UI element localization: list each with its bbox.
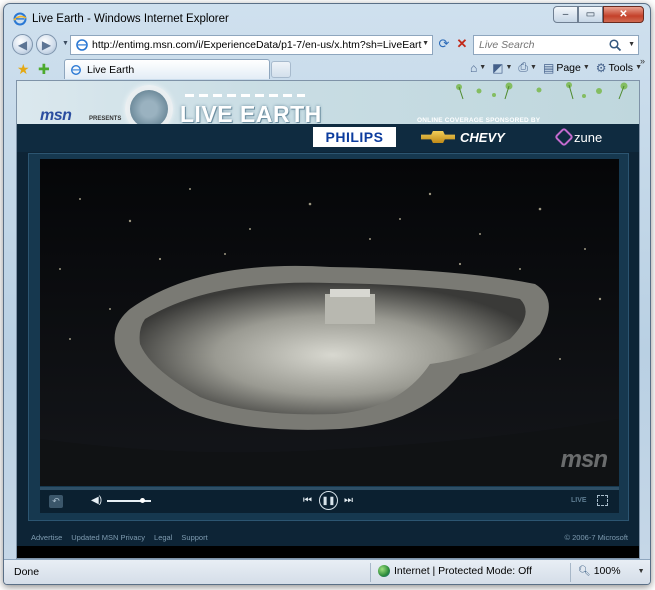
page-menu-button[interactable]: ▤ Page ▼ — [543, 61, 590, 75]
foliage-decoration — [456, 82, 628, 100]
home-button[interactable]: ⌂ ▼ — [470, 61, 486, 75]
player-controls: ↶ ◀) ⏮ ❚❚ ⏭ LIVE — [40, 487, 619, 513]
sponsor-chevy[interactable]: CHEVY — [421, 128, 505, 146]
refresh-icon[interactable]: ⟳ — [436, 36, 452, 54]
page-footer: Advertise Updated MSN Privacy Legal Supp… — [17, 529, 639, 545]
tools-menu-button[interactable]: ⚙ Tools ▼ — [596, 61, 642, 75]
zoom-magnifier-icon: 🔍︎ — [578, 565, 591, 577]
chevy-label: CHEVY — [460, 129, 505, 145]
msn-watermark: msn — [560, 446, 608, 473]
tab-live-earth[interactable]: Live Earth — [64, 59, 270, 79]
page-menu-label: Page — [556, 61, 581, 74]
address-url[interactable]: http://entimg.msn.com/i/ExperienceData/p… — [92, 39, 422, 51]
msn-logo[interactable]: msn — [40, 107, 72, 125]
command-row: ★ ✚ Live Earth ⌂ ▼ ◩ ▼ ⎙ ▼ ▤ Page ▼ ⚙ Tools ▼ » — [4, 56, 650, 80]
video-screen[interactable]: msn — [40, 159, 619, 486]
tab-page-icon — [71, 64, 81, 75]
add-favorites-icon[interactable]: ✚ — [38, 61, 50, 78]
footer-link-legal[interactable]: Legal — [154, 533, 172, 542]
copyright-text: © 2006-7 Microsoft — [564, 533, 628, 542]
stadium-video-frame — [40, 159, 619, 486]
replay-button[interactable]: ↶ — [49, 495, 63, 508]
live-indicator: LIVE — [571, 497, 587, 504]
speaker-icon[interactable]: ◀) — [91, 495, 102, 506]
pause-button[interactable]: ❚❚ — [319, 491, 338, 510]
zone-label: Internet | Protected Mode: Off — [394, 565, 532, 577]
tools-menu-label: Tools — [608, 61, 634, 74]
volume-knob[interactable] — [139, 498, 145, 503]
maximize-button[interactable]: ▭ — [578, 6, 603, 23]
sponsor-label: ONLINE COVERAGE SPONSORED BY — [417, 117, 541, 124]
favorites-star-icon[interactable]: ★ — [17, 61, 30, 78]
page-icon — [76, 39, 88, 51]
previous-button[interactable]: ⏮ — [303, 495, 312, 506]
progress-track[interactable] — [40, 487, 619, 490]
command-bar: ⌂ ▼ ◩ ▼ ⎙ ▼ ▤ Page ▼ ⚙ Tools ▼ — [470, 60, 642, 75]
search-box: ▼ — [473, 35, 639, 55]
footer-link-advertise[interactable]: Advertise — [31, 533, 62, 542]
home-icon: ⌂ — [469, 60, 478, 75]
site-header: msn PRESENTS LIVE EARTH — [17, 81, 639, 133]
footer-link-privacy[interactable]: Updated MSN Privacy — [71, 533, 145, 542]
toolbar-overflow-chevron-icon[interactable]: » — [640, 56, 645, 66]
pause-icon: ❚❚ — [321, 496, 336, 505]
tab-label: Live Earth — [87, 63, 135, 76]
address-dropdown[interactable]: ▼ — [422, 40, 429, 47]
replay-icon: ↶ — [52, 496, 60, 506]
page-bottom-band — [17, 546, 639, 558]
zoom-control[interactable]: 🔍︎ 100% ▼ — [578, 565, 645, 577]
sponsor-philips[interactable]: PHILIPS — [313, 127, 396, 147]
back-button[interactable]: ◀ — [12, 34, 33, 55]
caption-buttons: – ▭ ✕ — [553, 6, 644, 23]
feeds-button[interactable]: ◩ ▼ — [492, 61, 512, 75]
close-button[interactable]: ✕ — [603, 6, 644, 23]
zoom-dropdown[interactable]: ▼ — [638, 568, 645, 575]
address-bar[interactable]: http://entimg.msn.com/i/ExperienceData/p… — [70, 35, 433, 55]
gear-icon: ⚙ — [595, 60, 607, 75]
status-text: Done — [14, 566, 40, 578]
zoom-level: 100% — [593, 565, 621, 577]
fullscreen-icon[interactable] — [597, 495, 608, 506]
window-title: Live Earth - Windows Internet Explorer — [32, 13, 229, 25]
browser-window: Live Earth - Windows Internet Explorer –… — [3, 3, 651, 585]
zune-logo-icon — [554, 127, 574, 147]
search-dropdown[interactable]: ▼ — [628, 41, 635, 48]
status-bar: Done Internet | Protected Mode: Off 🔍︎ 1… — [4, 559, 650, 584]
new-tab-button[interactable] — [271, 61, 291, 78]
next-button[interactable]: ⏭ — [344, 495, 353, 506]
presents-label: PRESENTS — [89, 116, 122, 122]
search-input[interactable] — [479, 39, 609, 51]
video-player: msn ↶ ◀) ⏮ ❚❚ ⏭ LIVE — [28, 153, 629, 521]
search-icon[interactable] — [608, 38, 622, 52]
page-menu-icon: ▤ — [542, 60, 555, 75]
recent-pages-dropdown[interactable]: ▼ — [62, 40, 69, 47]
footer-links: Advertise Updated MSN Privacy Legal Supp… — [31, 533, 208, 542]
print-button[interactable]: ⎙ ▼ — [518, 60, 537, 75]
minimize-button[interactable]: – — [553, 6, 578, 23]
printer-icon: ⎙ — [518, 60, 529, 74]
page-content: msn PRESENTS LIVE EARTH ONLINE COVERAGE … — [16, 80, 640, 559]
internet-globe-icon — [378, 565, 390, 577]
title-bar: Live Earth - Windows Internet Explorer –… — [4, 4, 650, 32]
forward-button[interactable]: ▶ — [36, 34, 57, 55]
logo-dash-decoration — [185, 94, 305, 97]
status-separator — [570, 563, 571, 582]
back-arrow-icon: ◀ — [17, 37, 28, 52]
stop-icon[interactable]: ✕ — [454, 36, 470, 54]
rss-feed-icon: ◩ — [492, 60, 504, 75]
address-row: ◀ ▶ ▼ http://entimg.msn.com/i/Experience… — [4, 32, 650, 58]
volume-slider[interactable] — [107, 498, 151, 503]
chevy-bowtie-icon — [421, 131, 455, 143]
zune-label: zune — [574, 129, 603, 145]
status-separator — [370, 563, 371, 582]
footer-link-support[interactable]: Support — [181, 533, 207, 542]
ie-logo-icon — [13, 12, 27, 26]
forward-arrow-icon: ▶ — [41, 37, 52, 52]
security-zone[interactable]: Internet | Protected Mode: Off — [378, 565, 532, 577]
sponsor-zune[interactable]: zune — [554, 127, 603, 147]
